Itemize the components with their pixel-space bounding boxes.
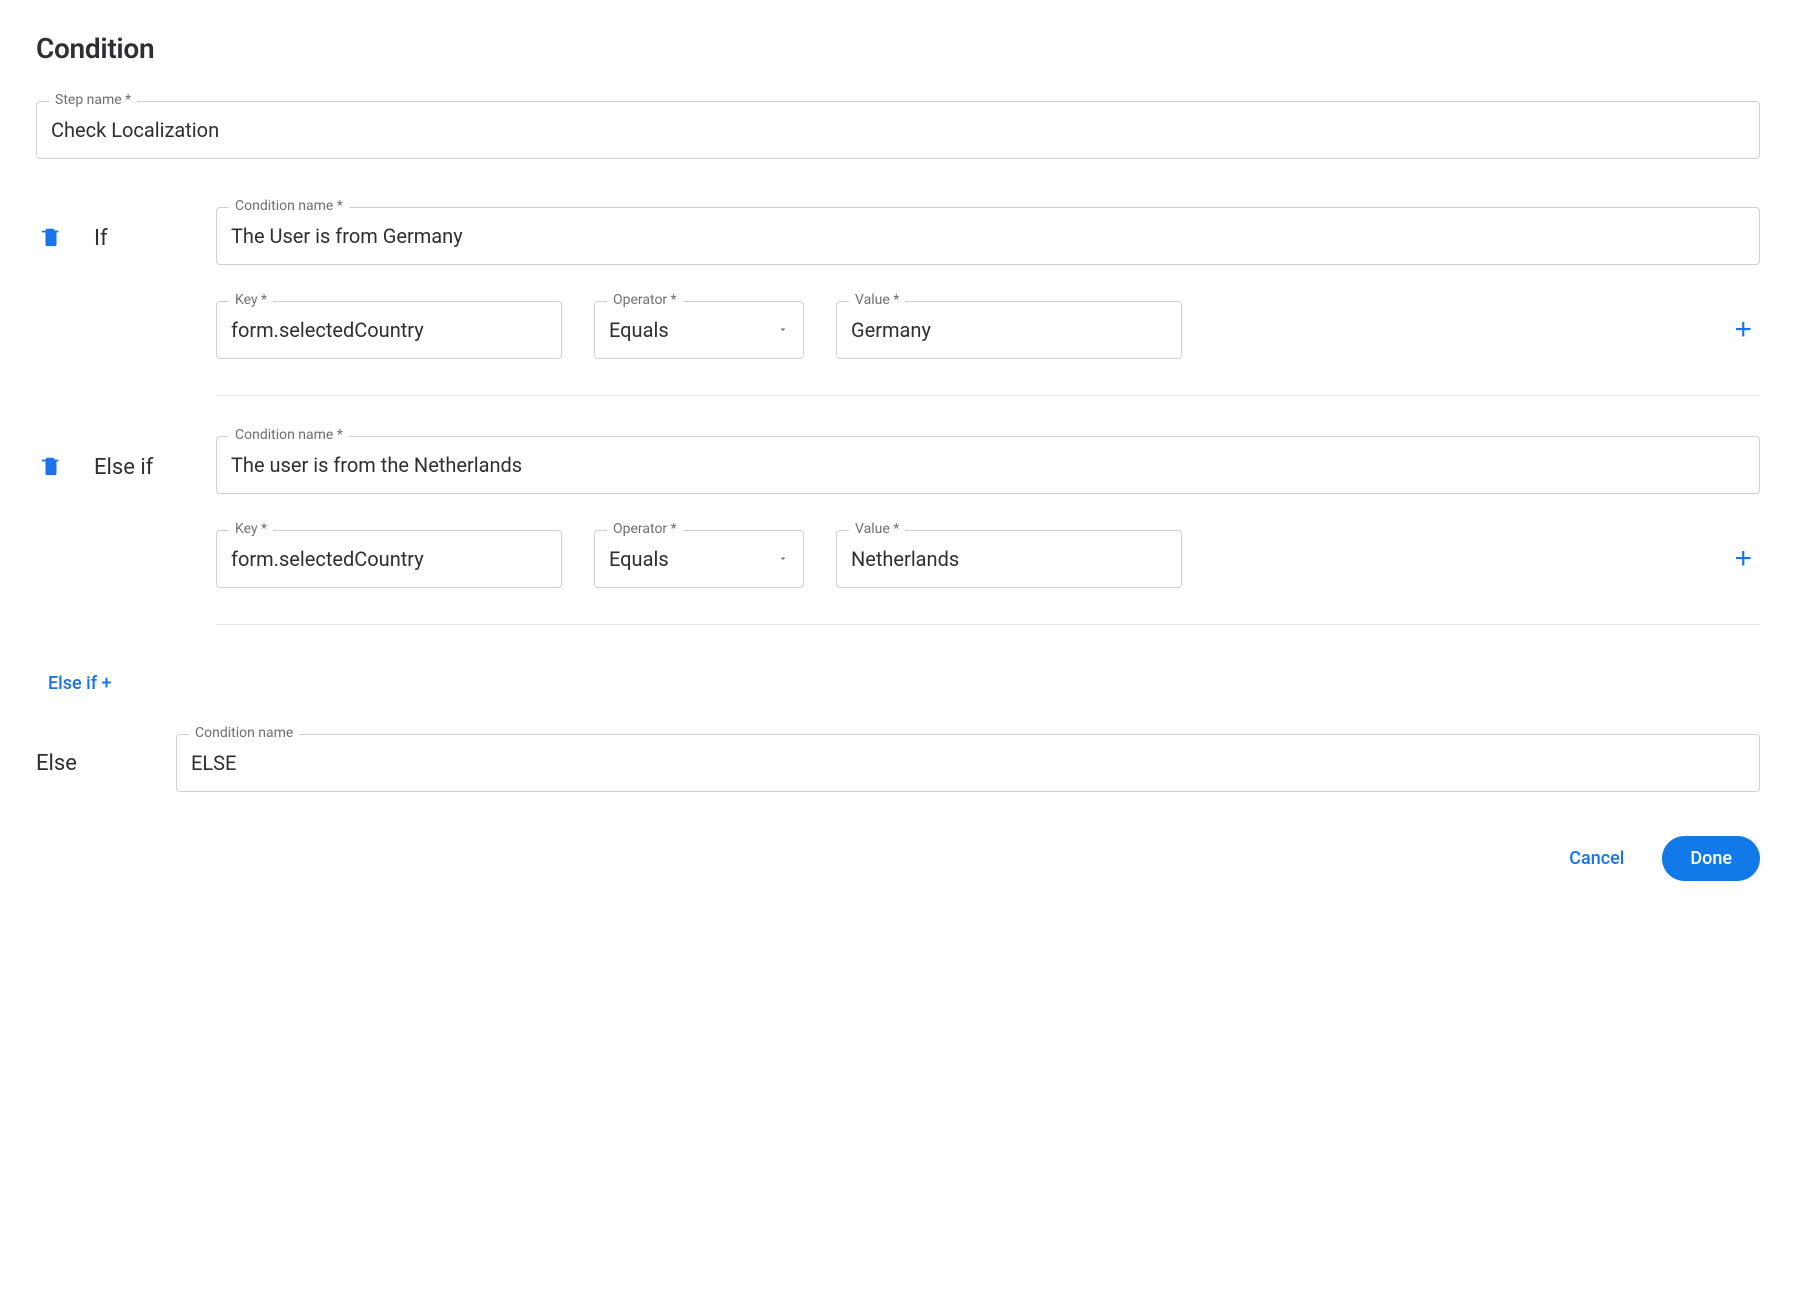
else-condition-name-wrapper: Condition name — [176, 734, 1760, 792]
if-condition-name-wrapper: Condition name * — [216, 207, 1760, 265]
branch-divider — [216, 395, 1760, 396]
if-value-label: Value * — [849, 292, 905, 309]
step-name-field-wrapper: Step name * — [36, 101, 1760, 159]
step-name-input[interactable] — [37, 102, 1759, 158]
elseif-operator-label: Operator * — [607, 521, 683, 538]
elseif-key-label: Key * — [229, 521, 273, 538]
delete-elseif-branch-button[interactable] — [36, 450, 66, 485]
if-branch-label: If — [94, 226, 108, 251]
elseif-condition-name-input[interactable] — [217, 437, 1759, 493]
if-branch-block: If Condition name * Key * Operator * Equ… — [36, 207, 1760, 359]
dialog-footer: Cancel Done — [36, 836, 1760, 881]
if-value-input[interactable] — [837, 302, 1181, 358]
if-operator-wrapper: Operator * Equals — [594, 301, 804, 359]
elseif-key-input[interactable] — [217, 531, 561, 587]
elseif-value-wrapper: Value * — [836, 530, 1182, 588]
elseif-condition-name-wrapper: Condition name * — [216, 436, 1760, 494]
if-key-input[interactable] — [217, 302, 561, 358]
delete-if-branch-button[interactable] — [36, 221, 66, 256]
trash-icon — [40, 225, 62, 252]
elseif-value-label: Value * — [849, 521, 905, 538]
trash-icon — [40, 454, 62, 481]
step-name-label: Step name * — [49, 92, 137, 109]
else-condition-name-input[interactable] — [177, 735, 1759, 791]
elseif-branch-label: Else if — [94, 455, 153, 480]
if-value-wrapper: Value * — [836, 301, 1182, 359]
elseif-condition-name-label: Condition name * — [229, 427, 349, 444]
elseif-rule-row: Key * Operator * Equals Value * + — [216, 530, 1760, 588]
add-if-rule-button[interactable]: + — [1726, 311, 1760, 349]
else-branch-block: Else Condition name — [36, 734, 1760, 792]
if-key-label: Key * — [229, 292, 273, 309]
if-key-wrapper: Key * — [216, 301, 562, 359]
if-rule-row: Key * Operator * Equals Value * + — [216, 301, 1760, 359]
add-elseif-branch-button[interactable]: Else if + — [48, 673, 112, 694]
add-elseif-rule-button[interactable]: + — [1726, 540, 1760, 578]
elseif-operator-wrapper: Operator * Equals — [594, 530, 804, 588]
if-condition-name-label: Condition name * — [229, 198, 349, 215]
else-condition-name-label: Condition name — [189, 725, 299, 742]
done-button[interactable]: Done — [1662, 836, 1760, 881]
elseif-operator-select[interactable]: Equals — [595, 531, 803, 587]
branch-divider — [216, 624, 1760, 625]
plus-icon: + — [1734, 313, 1752, 346]
plus-icon: + — [1734, 542, 1752, 575]
elseif-branch-block: Else if Condition name * Key * Operator … — [36, 436, 1760, 588]
if-condition-name-input[interactable] — [217, 208, 1759, 264]
elseif-value-input[interactable] — [837, 531, 1181, 587]
dialog-title: Condition — [36, 32, 1760, 65]
cancel-button[interactable]: Cancel — [1555, 838, 1638, 879]
elseif-key-wrapper: Key * — [216, 530, 562, 588]
else-branch-label: Else — [36, 751, 77, 776]
if-operator-select[interactable]: Equals — [595, 302, 803, 358]
if-operator-label: Operator * — [607, 292, 683, 309]
